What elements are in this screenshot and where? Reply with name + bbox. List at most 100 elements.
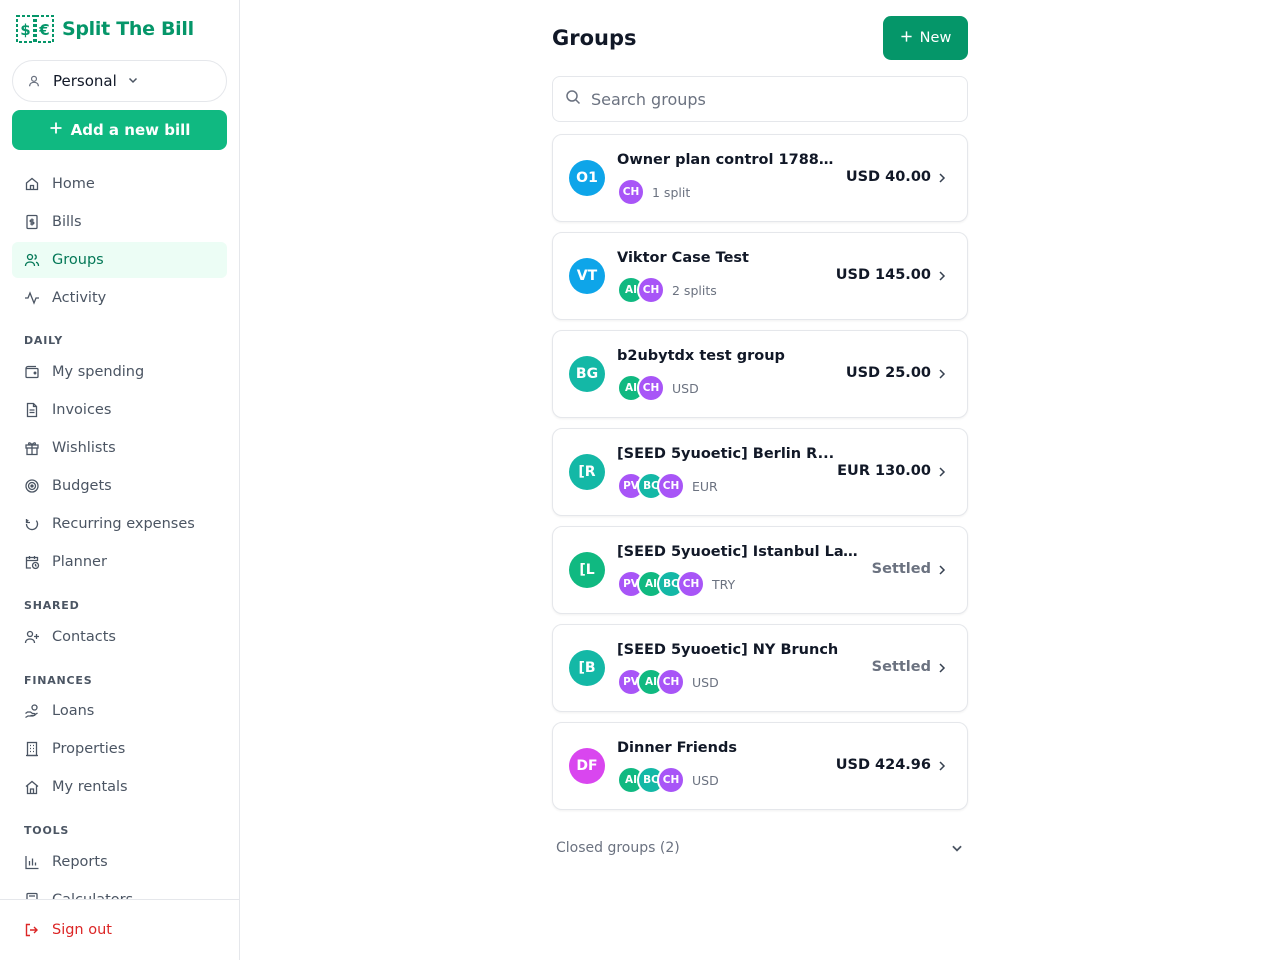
group-meta: USD — [672, 380, 699, 396]
group-card[interactable]: VT Viktor Case Test AI CH 2 splits USD 145.00 — [552, 232, 968, 320]
app-name: Split The Bill — [62, 18, 194, 40]
settled-status: Settled — [871, 659, 931, 675]
sidebar-item-label: Bills — [52, 214, 82, 230]
sidebar-item-activity[interactable]: Activity — [12, 280, 227, 316]
chevron-down-icon — [952, 845, 962, 852]
section-label-daily: DAILY — [24, 334, 63, 347]
group-members: CH 1 split — [617, 178, 690, 206]
file-icon — [26, 402, 38, 418]
sidebar-item-label: Budgets — [52, 478, 112, 494]
group-name: [SEED 5yuoetic] Berlin R... — [617, 446, 835, 462]
sign-out-button[interactable]: Sign out — [12, 912, 227, 948]
svg-text:€: € — [38, 21, 49, 39]
group-balance: USD 40.00 — [845, 169, 931, 185]
group-avatar: VT — [569, 258, 605, 294]
add-bill-button[interactable]: Add a new bill — [12, 110, 227, 150]
group-balance: EUR 130.00 — [837, 463, 931, 479]
gift-icon — [25, 442, 39, 456]
group-card[interactable]: [R [SEED 5yuoetic] Berlin R... PV BC CH EUR EU… — [552, 428, 968, 516]
sidebar-item-label: Activity — [52, 290, 107, 306]
group-balance: USD 25.00 — [845, 365, 931, 381]
group-name: Dinner Friends — [617, 740, 737, 756]
group-avatar: DF — [569, 748, 605, 784]
group-avatar: BG — [569, 356, 605, 392]
member-avatar: CH — [677, 570, 705, 598]
activity-icon — [25, 291, 39, 305]
group-balance: USD 145.00 — [835, 267, 931, 283]
chevron-right-icon — [939, 173, 946, 183]
chevron-right-icon — [939, 467, 946, 477]
hand-coins-icon — [25, 704, 38, 719]
sidebar-nav[interactable]: Home Bills Groups Activity DAILY My spen… — [0, 164, 239, 900]
profile-label: Personal — [53, 72, 117, 90]
search-input[interactable] — [591, 89, 951, 109]
sidebar-item-properties[interactable]: Properties — [12, 731, 227, 767]
sidebar-item-contacts[interactable]: Contacts — [12, 619, 227, 655]
sign-out-label: Sign out — [52, 922, 112, 938]
bar-chart-icon — [25, 856, 39, 870]
group-meta: EUR — [692, 478, 718, 494]
group-card[interactable]: DF Dinner Friends AI BC CH USD USD 424.96 — [552, 722, 968, 810]
user-icon — [25, 72, 43, 90]
group-avatar: [B — [569, 650, 605, 686]
group-card[interactable]: [B [SEED 5yuoetic] NY Brunch PV AI CH USD Sett… — [552, 624, 968, 712]
group-card[interactable]: [L [SEED 5yuoetic] Istanbul Lay... PV AI BC C… — [552, 526, 968, 614]
member-avatar: CH — [657, 668, 685, 696]
sidebar-item-my-rentals[interactable]: My rentals — [12, 769, 227, 805]
sidebar-item-bills[interactable]: Bills — [12, 204, 227, 240]
chevron-right-icon — [939, 369, 946, 379]
sidebar-item-budgets[interactable]: Budgets — [12, 468, 227, 504]
closed-groups-toggle[interactable]: Closed groups (2) — [552, 832, 968, 864]
group-name: Owner plan control 17886... — [617, 152, 842, 168]
sidebar-item-invoices[interactable]: Invoices — [12, 392, 227, 428]
group-members: AI CH USD — [617, 374, 699, 402]
sidebar-item-reports[interactable]: Reports — [12, 844, 227, 880]
logout-icon — [25, 923, 38, 937]
chevron-down-icon — [127, 72, 139, 90]
sidebar-item-groups[interactable]: Groups — [12, 242, 227, 278]
section-label-shared: SHARED — [24, 599, 80, 612]
sidebar-item-label: Planner — [52, 554, 107, 570]
group-card[interactable]: O1 Owner plan control 17886... CH 1 split US… — [552, 134, 968, 222]
section-label-tools: TOOLS — [24, 824, 70, 837]
group-members: PV BC CH EUR — [617, 472, 718, 500]
sidebar-item-planner[interactable]: Planner — [12, 544, 227, 580]
app-logo[interactable]: $ € Split The Bill — [16, 14, 194, 44]
group-card[interactable]: BG b2ubytdx test group AI CH USD USD 25.00 — [552, 330, 968, 418]
sidebar-item-recurring-expenses[interactable]: Recurring expenses — [12, 506, 227, 542]
add-bill-label: Add a new bill — [70, 121, 191, 139]
chevron-right-icon — [939, 663, 946, 673]
sidebar-item-calculators[interactable]: Calculators — [12, 882, 227, 900]
wallet-icon — [25, 365, 39, 379]
settled-status: Settled — [871, 561, 931, 577]
closed-groups-label: Closed groups (2) — [556, 840, 680, 856]
profile-switcher[interactable]: Personal — [12, 60, 227, 102]
sidebar-item-label: Contacts — [52, 629, 116, 645]
group-avatar: [R — [569, 454, 605, 490]
group-meta: USD — [692, 674, 719, 690]
calendar-clock-icon — [25, 556, 40, 570]
sidebar-item-my-spending[interactable]: My spending — [12, 354, 227, 390]
sidebar-item-wishlists[interactable]: Wishlists — [12, 430, 227, 466]
sidebar-item-home[interactable]: Home — [12, 166, 227, 202]
group-members: PV AI CH USD — [617, 668, 719, 696]
group-members: AI BC CH USD — [617, 766, 719, 794]
sidebar-item-label: Wishlists — [52, 440, 116, 456]
new-group-button[interactable]: New — [883, 16, 968, 60]
target-icon — [25, 479, 39, 493]
sidebar-footer: Sign out — [0, 899, 239, 960]
group-members: PV AI BC CH TRY — [617, 570, 735, 598]
section-label-finances: FINANCES — [24, 674, 93, 687]
page-title: Groups — [552, 26, 637, 50]
plus-icon — [49, 121, 63, 139]
sidebar-item-label: Invoices — [52, 402, 112, 418]
chevron-right-icon — [939, 565, 946, 575]
group-meta: TRY — [712, 576, 736, 592]
sidebar-item-loans[interactable]: Loans — [12, 693, 227, 729]
building-icon — [26, 741, 38, 757]
receipt-icon — [26, 214, 38, 230]
sidebar-item-label: Groups — [52, 252, 104, 268]
search-box — [552, 76, 968, 122]
users-icon — [24, 253, 40, 267]
group-name: [SEED 5yuoetic] NY Brunch — [617, 642, 839, 658]
